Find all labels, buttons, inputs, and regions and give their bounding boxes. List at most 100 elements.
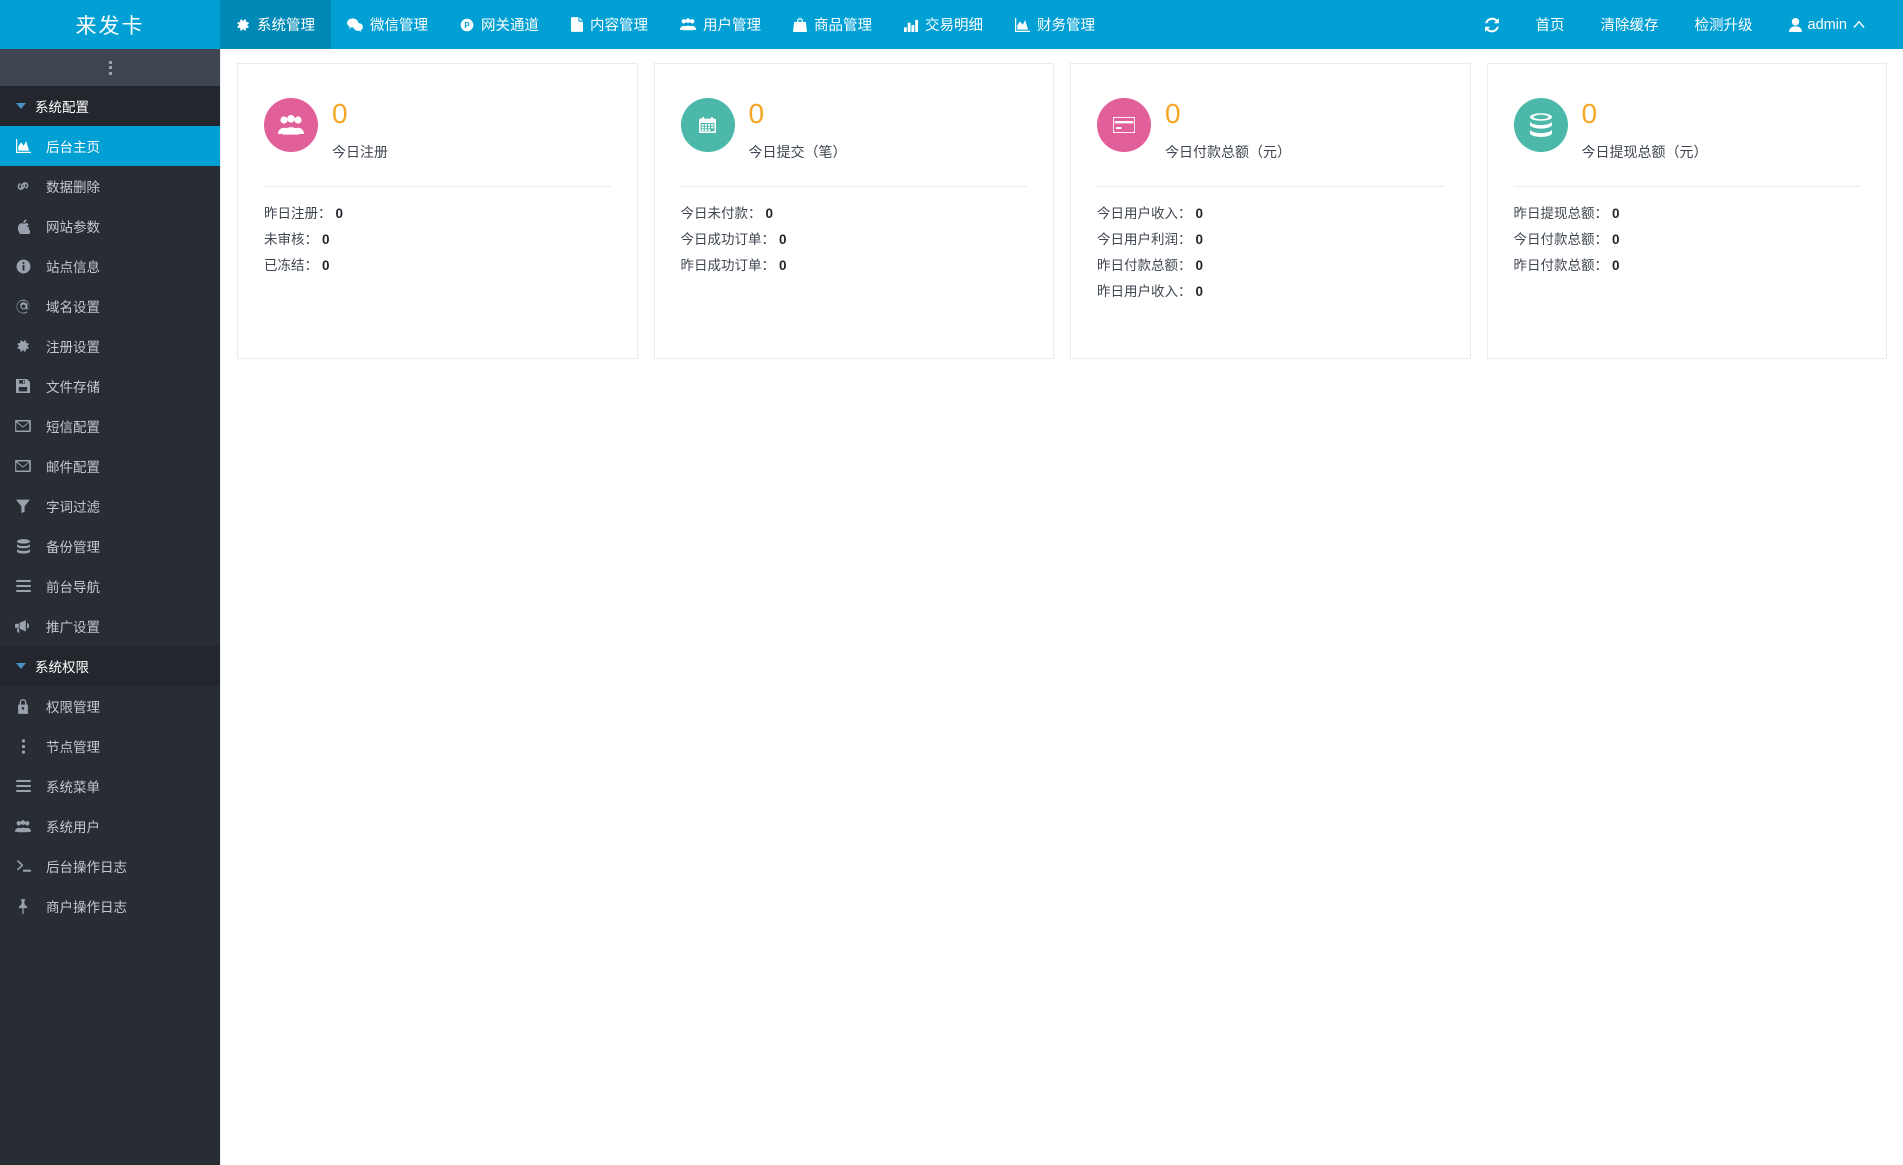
- stat-row-label: 今日付款总额：: [1513, 232, 1609, 247]
- top-header: 来发卡 系统管理 微信管理 P 网关通道 内容管理 用户管理 商品管理 交易明细 财务管理 首页…: [0, 0, 1903, 49]
- stat-row-value: 0: [1195, 206, 1204, 221]
- stat-row-label: 昨日用户收入：: [1097, 284, 1192, 299]
- header-action-2[interactable]: 首页: [1518, 0, 1583, 49]
- list-bars-icon: [0, 580, 46, 592]
- topnav-item-4[interactable]: 内容管理: [555, 0, 664, 49]
- stat-card-row: 今日付款总额： 0: [1514, 227, 1861, 253]
- stat-card-value: 0: [1581, 98, 1598, 129]
- stat-row-value: 0: [322, 258, 330, 273]
- stat-card-headtext: 0 今日提交（笔）: [749, 98, 847, 162]
- stat-card-row: 今日用户收入： 0: [1097, 201, 1444, 227]
- sidebar-item-1-5[interactable]: 域名设置: [0, 286, 220, 326]
- stat-card-row: 已冻结： 0: [264, 253, 611, 279]
- sidebar-item-label: 备份管理: [46, 540, 100, 555]
- sidebar-item-1-10[interactable]: 字词过滤: [0, 486, 220, 526]
- sidebar-item-label: 短信配置: [46, 420, 100, 435]
- sidebar-item-label: 后台操作日志: [46, 860, 127, 875]
- sidebar-item-label: 邮件配置: [46, 460, 100, 475]
- topnav-item-5[interactable]: 用户管理: [664, 0, 777, 49]
- sidebar-item-1-9[interactable]: 邮件配置: [0, 446, 220, 486]
- stat-card-rows: 昨日注册： 0 未审核： 0 已冻结： 0: [264, 187, 611, 279]
- top-navigation: 系统管理 微信管理 P 网关通道 内容管理 用户管理 商品管理 交易明细 财务管理: [220, 0, 1111, 49]
- sidebar-item-2-3[interactable]: 系统菜单: [0, 766, 220, 806]
- sidebar-item-1-7[interactable]: 文件存储: [0, 366, 220, 406]
- info-circle-icon: [0, 259, 46, 274]
- sidebar-collapse-toggle[interactable]: [0, 49, 220, 86]
- sidebar-item-2-4[interactable]: 系统用户: [0, 806, 220, 846]
- stat-row-label: 昨日付款总额：: [1097, 258, 1192, 273]
- sidebar-item-2-2[interactable]: 节点管理: [0, 726, 220, 766]
- gear-icon: [0, 339, 46, 353]
- app-logo[interactable]: 来发卡: [0, 0, 220, 49]
- topnav-item-label: 财务管理: [1037, 18, 1095, 34]
- sidebar-item-1-4[interactable]: 站点信息: [0, 246, 220, 286]
- header-action-5[interactable]: admin: [1771, 0, 1884, 49]
- stat-cards-row: 0 今日注册 昨日注册： 0 未审核： 0 已冻结： 0 0 今日提交（笔） 今日未付款： 0 今日成功…: [221, 49, 1903, 359]
- stat-row-label: 今日未付款：: [680, 206, 762, 221]
- topnav-item-label: 系统管理: [257, 18, 315, 34]
- topnav-item-label: 用户管理: [703, 18, 761, 34]
- stat-row-value: 0: [1195, 232, 1204, 247]
- header-right-actions: 首页 清除缓存 检测升级 admin: [1466, 0, 1903, 49]
- topnav-item-6[interactable]: 商品管理: [777, 0, 888, 49]
- stat-card-row: 昨日注册： 0: [264, 201, 611, 227]
- refresh-button[interactable]: [1466, 0, 1518, 49]
- calendar-icon: [680, 98, 735, 152]
- stat-row-value: 0: [335, 206, 344, 221]
- stat-row-label: 今日用户收入：: [1097, 206, 1192, 221]
- stat-card-row: 未审核： 0: [264, 227, 611, 253]
- stat-card-header: 0 今日提交（笔）: [680, 98, 1028, 162]
- sidebar-item-2-5[interactable]: 后台操作日志: [0, 846, 220, 886]
- stat-card-4: 0 今日提现总额（元） 昨日提现总额： 0 今日付款总额： 0 昨日付款总额： 0: [1486, 63, 1887, 359]
- sidebar-item-label: 注册设置: [46, 340, 100, 355]
- topnav-item-8[interactable]: 财务管理: [999, 0, 1111, 49]
- sidebar-menu: 系统配置后台主页数据删除网站参数站点信息域名设置注册设置文件存储短信配置邮件配置…: [0, 86, 220, 926]
- envelope-icon: [0, 420, 46, 432]
- header-action-4[interactable]: 检测升级: [1677, 0, 1771, 49]
- sidebar-item-label: 后台主页: [46, 140, 100, 155]
- sidebar-item-1-1[interactable]: 后台主页: [0, 126, 220, 166]
- sidebar-item-1-13[interactable]: 推广设置: [0, 606, 220, 646]
- stat-card-row: 昨日付款总额： 0: [1514, 253, 1861, 279]
- sidebar-item-label: 网站参数: [46, 220, 100, 235]
- stat-row-value: 0: [1612, 258, 1620, 273]
- stat-row-label: 今日成功订单：: [680, 232, 776, 247]
- stat-card-1: 0 今日注册 昨日注册： 0 未审核： 0 已冻结： 0: [237, 63, 638, 359]
- bar-chart-icon: [904, 18, 918, 32]
- topnav-item-1[interactable]: 系统管理: [220, 0, 331, 49]
- sidebar-group-1[interactable]: 系统配置: [0, 86, 220, 126]
- header-action-label: admin: [1807, 16, 1848, 33]
- save-floppy-icon: [0, 379, 46, 393]
- topnav-item-7[interactable]: 交易明细: [888, 0, 999, 49]
- topnav-item-label: 内容管理: [590, 18, 648, 34]
- topnav-item-label: 网关通道: [481, 18, 539, 34]
- header-action-3[interactable]: 清除缓存: [1583, 0, 1677, 49]
- sidebar-item-1-8[interactable]: 短信配置: [0, 406, 220, 446]
- topnav-item-3[interactable]: P 网关通道: [444, 0, 555, 49]
- sidebar-item-label: 站点信息: [46, 260, 100, 275]
- sidebar-item-2-6[interactable]: 商户操作日志: [0, 886, 220, 926]
- stat-card-value: 0: [1165, 98, 1181, 129]
- wechat-icon: [347, 17, 363, 32]
- sidebar-item-label: 商户操作日志: [46, 900, 127, 915]
- topnav-item-2[interactable]: 微信管理: [331, 0, 444, 49]
- sidebar-item-1-2[interactable]: 数据删除: [0, 166, 220, 206]
- area-chart-icon: [0, 139, 46, 153]
- sidebar-group-2[interactable]: 系统权限: [0, 646, 220, 686]
- svg-text:P: P: [464, 21, 469, 30]
- sidebar-item-label: 字词过滤: [46, 500, 100, 515]
- sidebar-item-2-1[interactable]: 权限管理: [0, 686, 220, 726]
- sidebar-item-label: 数据删除: [46, 180, 100, 195]
- sidebar-item-label: 节点管理: [46, 740, 100, 755]
- gear-icon: [236, 18, 250, 32]
- sidebar-item-1-11[interactable]: 备份管理: [0, 526, 220, 566]
- user-icon: [1788, 17, 1802, 32]
- sidebar-item-1-6[interactable]: 注册设置: [0, 326, 220, 366]
- sidebar-item-1-12[interactable]: 前台导航: [0, 566, 220, 606]
- megaphone-icon: [0, 619, 46, 633]
- paypal-circle-icon: P: [460, 18, 474, 32]
- users-icon: [264, 98, 318, 152]
- sidebar-item-1-3[interactable]: 网站参数: [0, 206, 220, 246]
- stat-card-row: 昨日付款总额： 0: [1097, 253, 1444, 279]
- chevron-down-icon: [16, 663, 26, 669]
